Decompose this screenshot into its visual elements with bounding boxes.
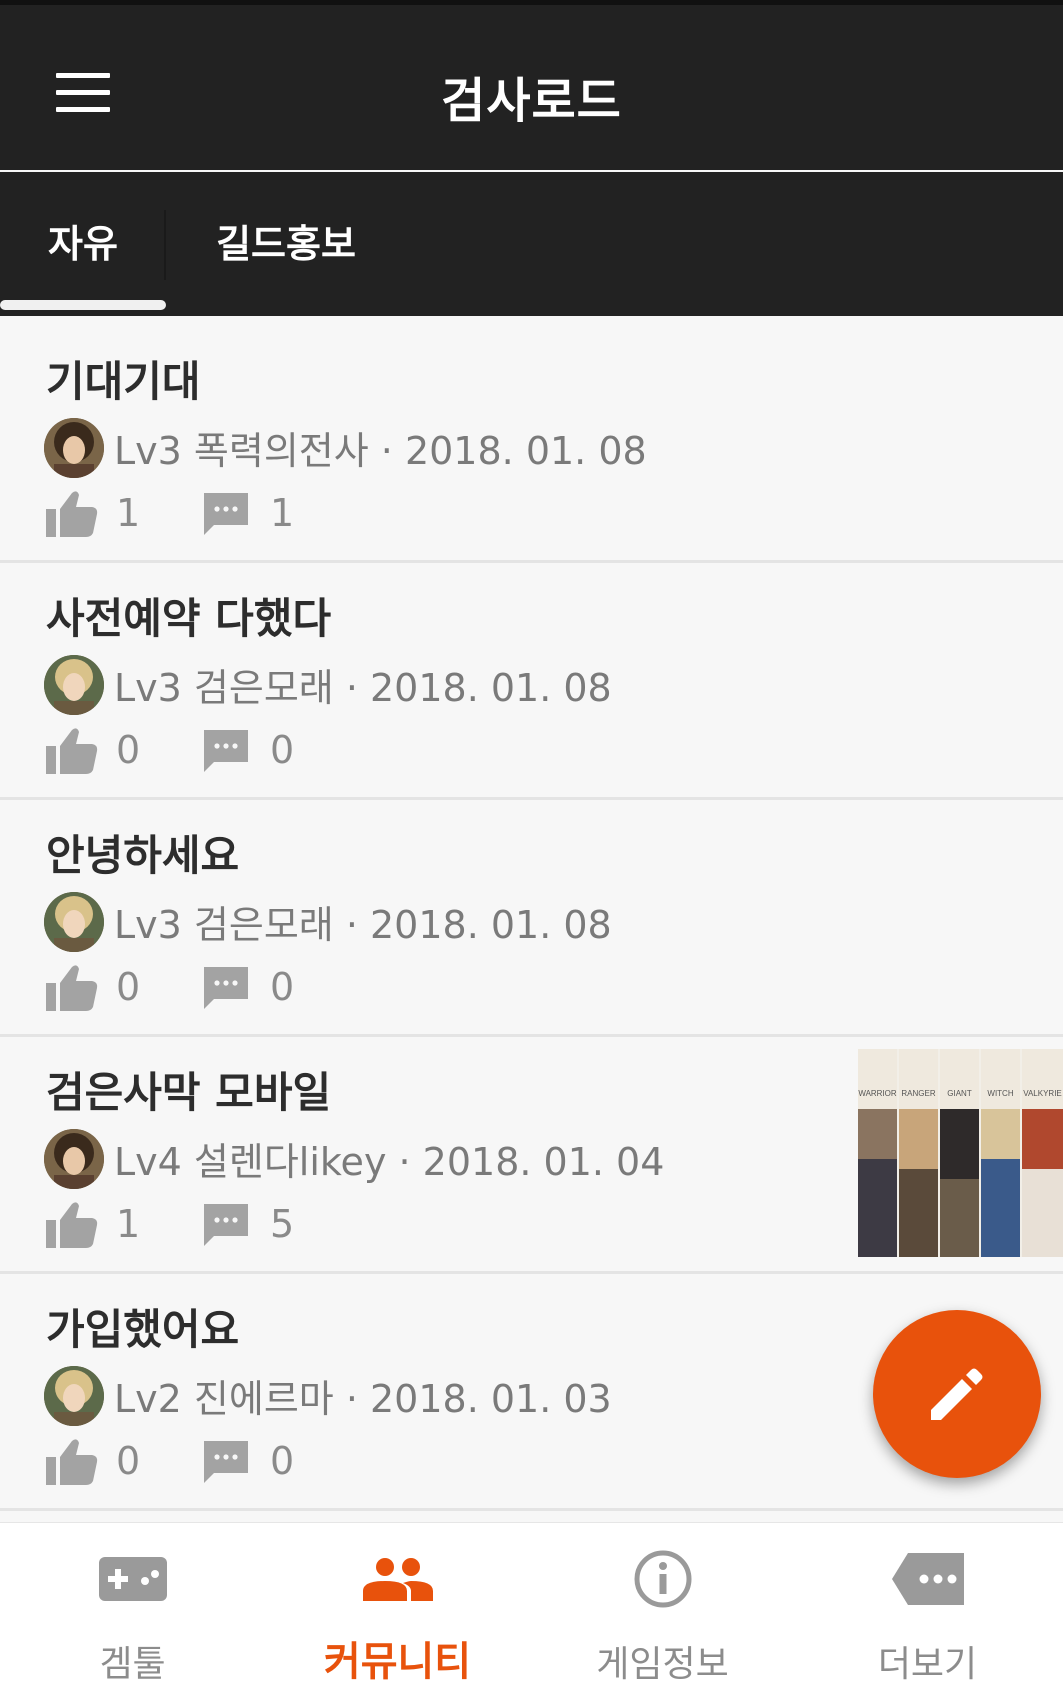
thumbnail-caption: GIANT	[940, 1049, 979, 1109]
app-root: 검사로드 자유 길드홍보 기대기대 Lv3 폭력의전사 · 2018. 01. …	[0, 0, 1063, 1696]
thumbs-up-icon[interactable]	[46, 489, 98, 537]
comment-count: 5	[270, 1202, 295, 1246]
post-thumbnail[interactable]: WARRIOR RANGER GIANT WITCH VALKYRIE	[858, 1049, 1063, 1257]
active-tab-indicator	[0, 300, 166, 310]
nav-item-more[interactable]: 더보기	[795, 1523, 1060, 1696]
post-title: 검은사막 모바일	[46, 1068, 332, 1117]
comment-icon[interactable]	[202, 1439, 250, 1485]
thumbnail-caption: RANGER	[899, 1049, 938, 1109]
comment-icon[interactable]	[202, 491, 250, 537]
thumbs-up-icon[interactable]	[46, 1200, 98, 1248]
post-title: 가입했어요	[46, 1305, 240, 1354]
comment-icon[interactable]	[202, 728, 250, 774]
post-title: 사전예약 다했다	[46, 594, 332, 643]
avatar	[44, 892, 104, 952]
thumbs-up-icon[interactable]	[46, 726, 98, 774]
comment-icon[interactable]	[202, 965, 250, 1011]
tab-free[interactable]: 자유	[0, 172, 166, 316]
bottom-navigation: 겜툴 커뮤니티 게임정보 더보기	[0, 1522, 1063, 1696]
like-count: 0	[116, 728, 141, 772]
thumbnail-panel: WARRIOR	[858, 1049, 899, 1257]
like-count: 0	[116, 965, 141, 1009]
gamepad-icon	[98, 1557, 167, 1601]
avatar	[44, 1366, 104, 1426]
post-meta: Lv3 폭력의전사 · 2018. 01. 08	[114, 429, 647, 473]
info-icon	[634, 1550, 691, 1608]
comment-count: 1	[270, 491, 295, 535]
comment-icon[interactable]	[202, 1202, 250, 1248]
avatar	[44, 418, 104, 478]
post-meta: Lv3 검은모래 · 2018. 01. 08	[114, 903, 612, 947]
thumbnail-caption: WITCH	[981, 1049, 1020, 1109]
post-item[interactable]: 기대기대 Lv3 폭력의전사 · 2018. 01. 08 1 1	[0, 326, 1063, 563]
like-count: 1	[116, 491, 141, 535]
like-count: 0	[116, 1439, 141, 1483]
post-item[interactable]: 검은사막 모바일 Lv4 설렌다likey · 2018. 01. 04 1 5…	[0, 1037, 1063, 1274]
page-title: 검사로드	[441, 73, 622, 129]
comment-count: 0	[270, 1439, 295, 1483]
thumbnail-caption: WARRIOR	[858, 1049, 897, 1109]
nav-item-gametool[interactable]: 겜툴	[0, 1523, 265, 1696]
post-title: 안녕하세요	[46, 831, 240, 880]
post-meta: Lv2 진에르마 · 2018. 01. 03	[114, 1377, 612, 1421]
tab-bar: 자유 길드홍보	[0, 172, 1063, 316]
app-header: 검사로드	[0, 0, 1063, 170]
nav-item-community[interactable]: 커뮤니티	[265, 1523, 530, 1696]
avatar	[44, 655, 104, 715]
post-meta: Lv4 설렌다likey · 2018. 01. 04	[114, 1140, 665, 1184]
post-item[interactable]: 안녕하세요 Lv3 검은모래 · 2018. 01. 08 0 0	[0, 800, 1063, 1037]
comment-count: 0	[270, 728, 295, 772]
more-icon	[891, 1553, 964, 1605]
nav-item-game-info[interactable]: 게임정보	[530, 1523, 795, 1696]
thumbs-up-icon[interactable]	[46, 1437, 98, 1485]
nav-label: 더보기	[877, 1644, 978, 1685]
write-post-button[interactable]	[873, 1310, 1041, 1478]
comment-count: 0	[270, 965, 295, 1009]
like-count: 1	[116, 1202, 141, 1246]
thumbnail-panel: VALKYRIE	[1022, 1049, 1063, 1257]
nav-label: 게임정보	[596, 1644, 729, 1685]
post-item[interactable]: 사전예약 다했다 Lv3 검은모래 · 2018. 01. 08 0 0	[0, 563, 1063, 800]
avatar	[44, 1129, 104, 1189]
thumbnail-panel: RANGER	[899, 1049, 940, 1257]
pencil-icon	[931, 1368, 983, 1420]
thumbnail-panel: WITCH	[981, 1049, 1022, 1257]
nav-label: 겜툴	[99, 1644, 166, 1685]
post-meta: Lv3 검은모래 · 2018. 01. 08	[114, 666, 612, 710]
thumbs-up-icon[interactable]	[46, 963, 98, 1011]
people-icon	[362, 1558, 433, 1601]
nav-label: 커뮤니티	[323, 1639, 472, 1685]
tab-guild-promo[interactable]: 길드홍보	[166, 172, 406, 316]
thumbnail-panel: GIANT	[940, 1049, 981, 1257]
post-title: 기대기대	[46, 357, 201, 406]
thumbnail-caption: VALKYRIE	[1022, 1049, 1063, 1109]
